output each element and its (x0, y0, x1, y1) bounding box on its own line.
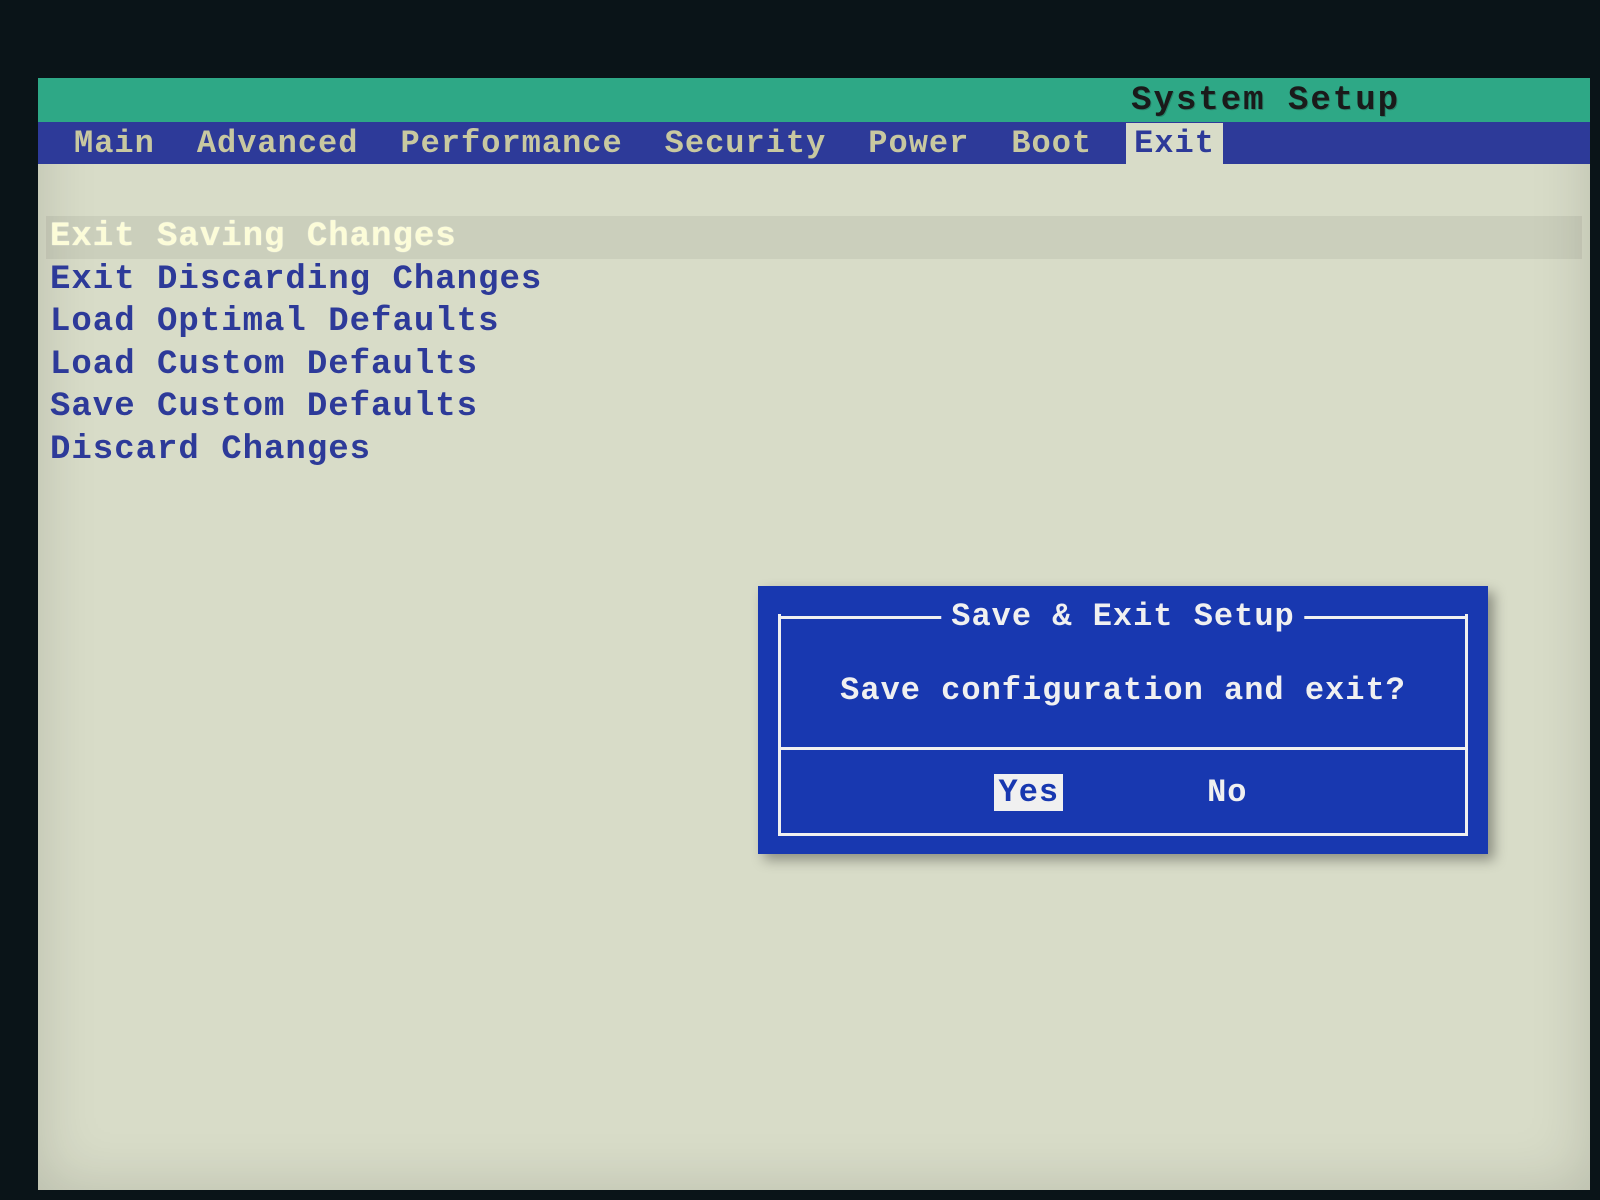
tab-security[interactable]: Security (657, 123, 835, 164)
confirm-dialog: Save & Exit Setup Save configuration and… (758, 586, 1488, 854)
option-discard-changes[interactable]: Discard Changes (46, 429, 1582, 472)
tab-main[interactable]: Main (66, 123, 163, 164)
title-bar: System Setup (38, 78, 1590, 122)
tab-performance[interactable]: Performance (392, 123, 630, 164)
tab-power[interactable]: Power (860, 123, 977, 164)
exit-menu: Exit Saving Changes Exit Discarding Chan… (38, 164, 1590, 523)
tab-advanced[interactable]: Advanced (189, 123, 367, 164)
tab-boot[interactable]: Boot (1003, 123, 1100, 164)
option-load-optimal[interactable]: Load Optimal Defaults (46, 301, 1582, 344)
dialog-header: Save & Exit Setup (778, 600, 1468, 634)
no-button[interactable]: No (1203, 774, 1251, 811)
dialog-body: Save configuration and exit? (778, 634, 1468, 747)
page-title: System Setup (1131, 82, 1400, 120)
option-exit-discarding[interactable]: Exit Discarding Changes (46, 259, 1582, 302)
option-save-custom[interactable]: Save Custom Defaults (46, 386, 1582, 429)
tab-bar: Main Advanced Performance Security Power… (38, 122, 1590, 164)
yes-button[interactable]: Yes (994, 774, 1063, 811)
bios-screen: System Setup Main Advanced Performance S… (38, 78, 1590, 1190)
dialog-message: Save configuration and exit? (840, 672, 1406, 709)
dialog-button-row: Yes No (778, 750, 1468, 836)
option-load-custom[interactable]: Load Custom Defaults (46, 344, 1582, 387)
option-exit-saving[interactable]: Exit Saving Changes (46, 216, 1582, 259)
tab-exit[interactable]: Exit (1126, 123, 1223, 164)
dialog-title: Save & Exit Setup (941, 598, 1304, 635)
